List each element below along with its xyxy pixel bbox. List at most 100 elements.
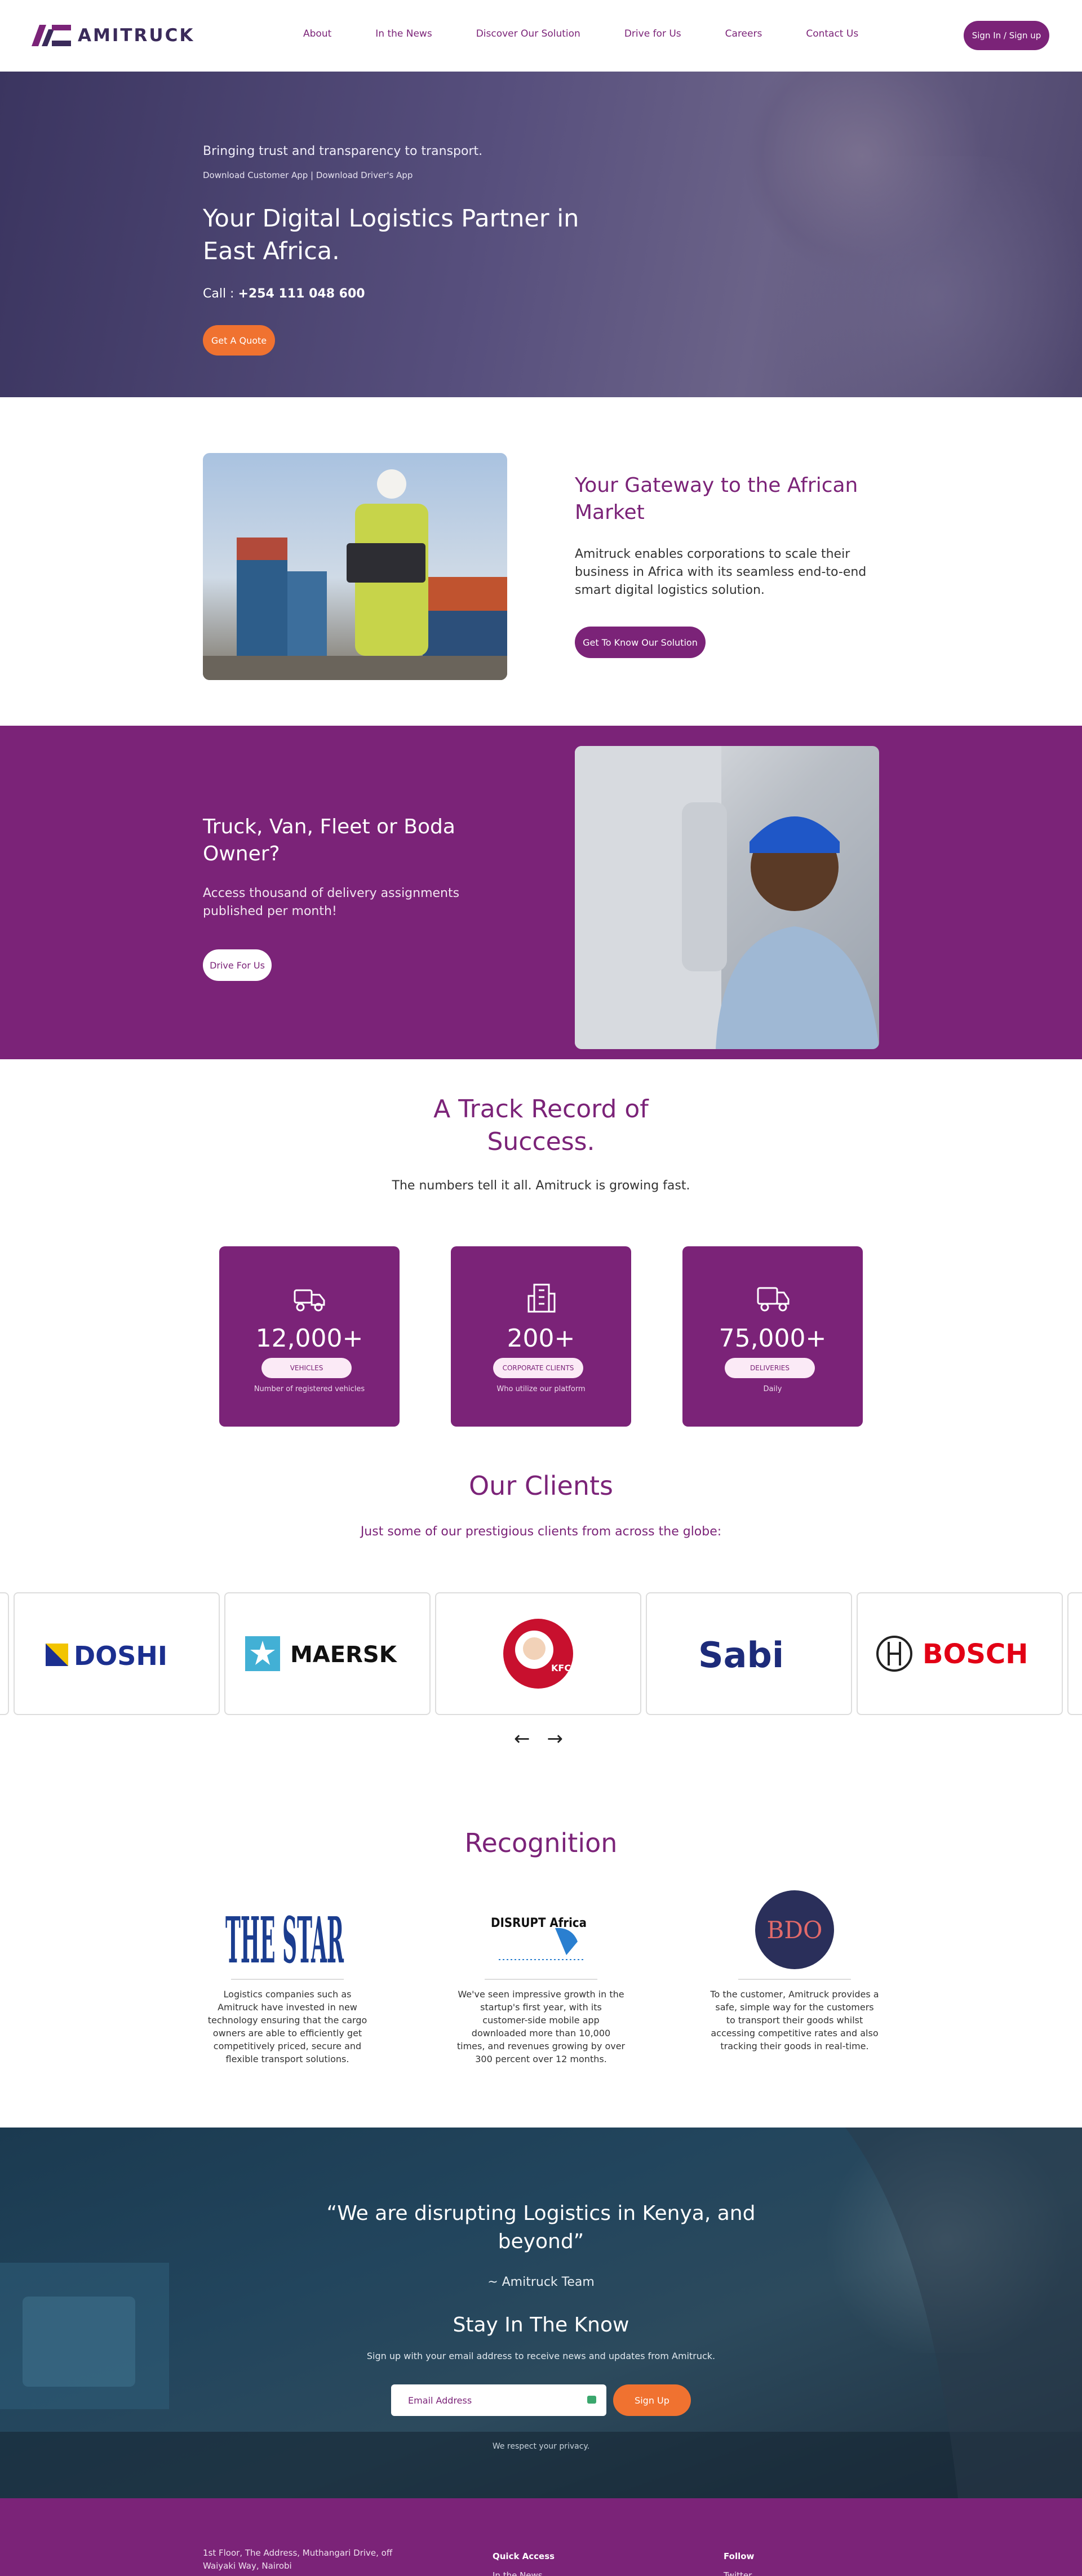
footer-link-in-the-news[interactable]: In the News [493,2566,555,2576]
hero-tagline: Bringing trust and transparency to trans… [203,144,483,158]
stat-clients-value: 200+ [507,1324,575,1353]
star-logo[interactable]: THE STAR [203,1887,372,1972]
doshi-logo: DOSHI [46,1641,167,1671]
driver-image [575,746,879,1049]
stat-deliveries: 75,000+ DELIVERIES Daily [682,1246,863,1427]
doshi-logo-text: DOSHI [74,1641,167,1671]
arrow-left-icon[interactable]: ← [514,1727,530,1750]
stat-clients-label: CORPORATE CLIENTS [493,1358,583,1378]
footer: 1st Floor, The Address, Muthangari Drive… [0,2498,1082,2576]
recognition-divider [738,1979,851,1980]
client-card-doshi: DOSHI [14,1592,220,1715]
client-card-sabi: Sabi [646,1592,852,1715]
sabi-logo-text: Sabi [698,1635,784,1676]
driver-text: Access thousand of delivery assignments … [203,886,460,918]
driver-title: Truck, Van, Fleet or Boda Owner? [203,815,455,865]
maersk-logo-text: MAERSK [290,1642,398,1668]
disrupt-logo-text: DISRUPT Africa [491,1916,587,1930]
recognition-divider [231,1979,344,1980]
stat-vehicles-caption: Number of registered vehicles [254,1385,365,1393]
track-record-subtitle: The numbers tell it all. Amitruck is gro… [392,1179,690,1193]
carousel-arrows: ← → [514,1727,563,1750]
phone-number[interactable]: +254 111 048 600 [238,287,365,301]
logo-mark-icon [32,25,71,46]
client-card-maersk: MAERSK [224,1592,431,1715]
driver-section: Truck, Van, Fleet or Boda Owner? Access … [0,726,1082,1059]
stay-in-know-title: Stay In The Know [453,2313,629,2337]
delivery-truck-icon [757,1287,790,1312]
kfc-logo: KFC [503,1619,573,1689]
track-title-line1: A Track Record of [433,1095,649,1123]
the-star-logo: THE STAR [225,1904,344,1969]
recognition-title: Recognition [464,1828,618,1858]
footer-follow-title: Follow [724,2551,755,2561]
footer-quick-title: Quick Access [493,2551,555,2561]
stat-vehicles: 12,000+ VEHICLES Number of registered ve… [219,1246,400,1427]
container-yard-illustration [203,469,507,680]
disrupt-logo[interactable]: DISRUPT Africa [456,1887,626,1972]
bdo-logo-text: BDO [767,1916,823,1944]
nav-contact-us[interactable]: Contact Us [806,28,858,39]
nav-links: About In the News Discover Our Solution … [303,28,902,39]
amitruck-logo[interactable]: AMITRUCK [32,25,194,46]
arrow-right-icon[interactable]: → [547,1727,564,1750]
stat-deliveries-value: 75,000+ [719,1324,827,1353]
hero-title: Your Digital Logistics Partner in East A… [203,205,579,265]
star-logo-text: THE STAR [225,1904,344,1969]
recognition-disrupt-text: We've seen impressive growth in the star… [456,1989,626,2064]
bdo-logo[interactable]: BDO [710,1887,879,1972]
stay-in-know-subtitle: Sign up with your email address to recei… [366,2351,716,2361]
footer-address: 1st Floor, The Address, Muthangari Drive… [203,2548,393,2571]
signup-button[interactable]: Sign Up [613,2384,691,2416]
top-navbar: AMITRUCK About In the News Discover Our … [0,0,1082,72]
bosch-logo-text: BOSCH [923,1638,1028,1670]
vehicles-icon [294,1289,325,1312]
gateway-title: Your Gateway to the African Market [575,474,858,524]
nav-in-the-news[interactable]: In the News [375,28,432,39]
get-quote-button[interactable]: Get A Quote [203,325,275,356]
gateway-image [203,453,507,680]
email-field-icon [587,2396,596,2404]
footer-link-twitter[interactable]: Twitter [724,2566,754,2576]
sabi-logo: Sabi [698,1635,784,1676]
recognition-bdo: BDO To the customer, Amitruck provides a… [710,1887,879,2053]
drive-for-us-button[interactable]: Drive For Us [203,949,272,981]
nav-careers[interactable]: Careers [725,28,762,39]
client-card-partial-right [1067,1592,1082,1715]
team-quote: “We are disrupting Logistics in Kenya, a… [326,2202,756,2253]
newsletter-section: “We are disrupting Logistics in Kenya, a… [0,2128,1082,2498]
bosch-logo: BOSCH [876,1636,1028,1672]
client-card-kfc: KFC [435,1592,641,1715]
logo-text: AMITRUCK [78,25,195,46]
nav-drive-for-us[interactable]: Drive for Us [624,28,681,39]
recognition-disrupt: DISRUPT Africa We've seen impressive gro… [456,1887,626,2066]
bdo-circle-logo: BDO [755,1890,834,1969]
track-title-line2: Success. [487,1127,595,1156]
gateway-text: Amitruck enables corporations to scale t… [575,547,867,597]
recognition-star: THE STAR Logistics companies such as Ami… [203,1887,372,2066]
hero-section: Bringing trust and transparency to trans… [0,72,1082,397]
hero-app-links[interactable]: Download Customer App | Download Driver'… [203,170,413,180]
quote-author: ~ Amitruck Team [487,2275,595,2289]
clients-title: Our Clients [468,1471,614,1501]
client-card-bosch: BOSCH [857,1592,1063,1715]
stat-corporate-clients: 200+ CORPORATE CLIENTS Who utilize our p… [451,1246,631,1427]
signin-button[interactable]: Sign In / Sign up [964,21,1049,50]
building-icon [527,1283,556,1313]
stat-vehicles-value: 12,000+ [255,1324,363,1353]
recognition-divider [485,1979,597,1980]
nav-discover-solution[interactable]: Discover Our Solution [476,28,580,39]
call-label: Call : [203,287,234,301]
email-input[interactable] [391,2384,606,2416]
hero-photo-backdrop [755,156,1082,397]
nav-about[interactable]: About [303,28,331,39]
footer-quick-access: Quick Access In the News [493,2547,555,2576]
clients-carousel[interactable]: DOSHI MAERSK KFC Sabi BOSCH [0,1592,1082,1716]
client-card-partial-left [0,1592,9,1715]
know-solution-button[interactable]: Get To Know Our Solution [575,627,706,658]
clients-subtitle: Just some of our prestigious clients fro… [360,1525,722,1539]
stat-vehicles-label: VEHICLES [261,1358,352,1378]
stat-deliveries-label: DELIVERIES [725,1358,815,1378]
track-record-title: A Track Record of Success. [0,1093,1082,1158]
hero-call: Call : +254 111 048 600 [203,287,365,301]
